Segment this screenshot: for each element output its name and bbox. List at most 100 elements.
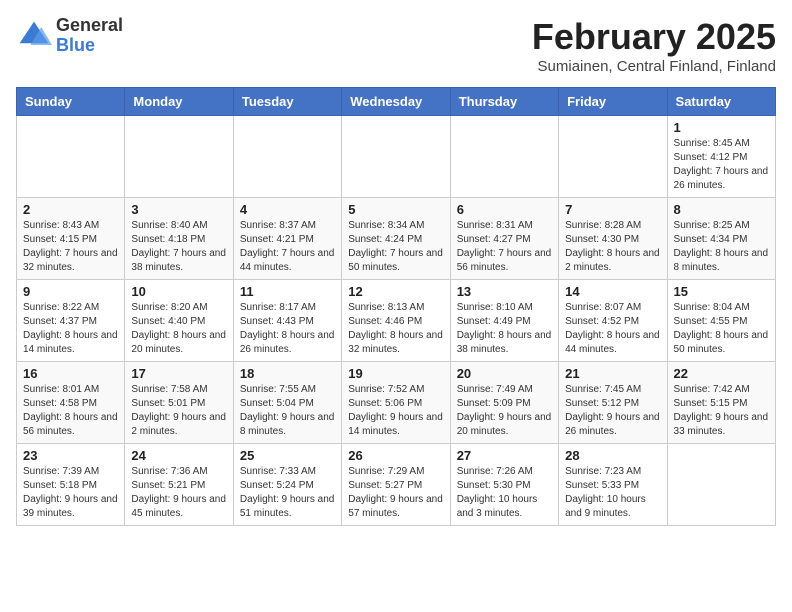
day-number: 1: [674, 120, 769, 135]
day-number: 23: [23, 448, 118, 463]
day-info: Sunrise: 7:39 AMSunset: 5:18 PMDaylight:…: [23, 465, 118, 521]
day-info: Sunrise: 7:26 AMSunset: 5:30 PMDaylight:…: [457, 465, 552, 521]
week-row-5: 23 Sunrise: 7:39 AMSunset: 5:18 PMDayligh…: [17, 444, 776, 526]
calendar-cell: 15 Sunrise: 8:04 AMSunset: 4:55 PMDayligh…: [667, 280, 775, 362]
calendar-cell: 7Sunrise: 8:28 AMSunset: 4:30 PMDaylight…: [559, 198, 667, 280]
day-info: Sunrise: 8:13 AMSunset: 4:46 PMDaylight:…: [348, 301, 443, 357]
day-number: 16: [23, 366, 118, 381]
day-number: 22: [674, 366, 769, 381]
day-number: 14: [565, 284, 660, 299]
calendar-cell: 8Sunrise: 8:25 AMSunset: 4:34 PMDaylight…: [667, 198, 775, 280]
day-info: Sunrise: 7:58 AMSunset: 5:01 PMDaylight:…: [131, 383, 226, 439]
day-number: 18: [240, 366, 335, 381]
logo-icon: [16, 18, 52, 54]
day-info: Sunrise: 8:43 AMSunset: 4:15 PMDaylight:…: [23, 219, 118, 275]
calendar-cell: 11 Sunrise: 8:17 AMSunset: 4:43 PMDayligh…: [233, 280, 341, 362]
calendar-cell: 18 Sunrise: 7:55 AMSunset: 5:04 PMDayligh…: [233, 362, 341, 444]
location-title: Sumiainen, Central Finland, Finland: [532, 58, 776, 75]
day-number: 2: [23, 202, 118, 217]
calendar-cell: 19 Sunrise: 7:52 AMSunset: 5:06 PMDayligh…: [342, 362, 450, 444]
day-number: 21: [565, 366, 660, 381]
calendar-cell: 23 Sunrise: 7:39 AMSunset: 5:18 PMDayligh…: [17, 444, 125, 526]
day-number: 11: [240, 284, 335, 299]
day-number: 19: [348, 366, 443, 381]
day-number: 28: [565, 448, 660, 463]
calendar-cell: 6 Sunrise: 8:31 AMSunset: 4:27 PMDaylight…: [450, 198, 558, 280]
weekday-header-sunday: Sunday: [17, 88, 125, 116]
week-row-2: 2 Sunrise: 8:43 AMSunset: 4:15 PMDaylight…: [17, 198, 776, 280]
week-row-3: 9 Sunrise: 8:22 AMSunset: 4:37 PMDaylight…: [17, 280, 776, 362]
weekday-header-row: SundayMondayTuesdayWednesdayThursdayFrid…: [17, 88, 776, 116]
day-info: Sunrise: 7:36 AMSunset: 5:21 PMDaylight:…: [131, 465, 226, 521]
weekday-header-tuesday: Tuesday: [233, 88, 341, 116]
day-number: 8: [674, 202, 769, 217]
day-number: 20: [457, 366, 552, 381]
day-info: Sunrise: 7:42 AMSunset: 5:15 PMDaylight:…: [674, 383, 769, 439]
calendar-cell: 3 Sunrise: 8:40 AMSunset: 4:18 PMDaylight…: [125, 198, 233, 280]
week-row-4: 16 Sunrise: 8:01 AMSunset: 4:58 PMDayligh…: [17, 362, 776, 444]
day-number: 3: [131, 202, 226, 217]
day-number: 25: [240, 448, 335, 463]
calendar-cell: 4 Sunrise: 8:37 AMSunset: 4:21 PMDaylight…: [233, 198, 341, 280]
title-area: February 2025 Sumiainen, Central Finland…: [532, 16, 776, 75]
day-info: Sunrise: 8:40 AMSunset: 4:18 PMDaylight:…: [131, 219, 226, 275]
calendar-cell: 13 Sunrise: 8:10 AMSunset: 4:49 PMDayligh…: [450, 280, 558, 362]
calendar-cell: 2 Sunrise: 8:43 AMSunset: 4:15 PMDaylight…: [17, 198, 125, 280]
day-number: 9: [23, 284, 118, 299]
calendar-cell: 24 Sunrise: 7:36 AMSunset: 5:21 PMDayligh…: [125, 444, 233, 526]
day-number: 13: [457, 284, 552, 299]
day-info: Sunrise: 8:31 AMSunset: 4:27 PMDaylight:…: [457, 219, 552, 275]
logo-blue-text: Blue: [56, 36, 123, 56]
calendar-cell: 5 Sunrise: 8:34 AMSunset: 4:24 PMDaylight…: [342, 198, 450, 280]
calendar-cell: 25Sunrise: 7:33 AMSunset: 5:24 PMDayligh…: [233, 444, 341, 526]
calendar-cell: 28 Sunrise: 7:23 AMSunset: 5:33 PMDayligh…: [559, 444, 667, 526]
calendar-cell: 27 Sunrise: 7:26 AMSunset: 5:30 PMDayligh…: [450, 444, 558, 526]
day-number: 7: [565, 202, 660, 217]
calendar-cell: [17, 116, 125, 198]
day-info: Sunrise: 7:29 AMSunset: 5:27 PMDaylight:…: [348, 465, 443, 521]
day-info: Sunrise: 8:22 AMSunset: 4:37 PMDaylight:…: [23, 301, 118, 357]
day-info: Sunrise: 8:34 AMSunset: 4:24 PMDaylight:…: [348, 219, 443, 275]
weekday-header-thursday: Thursday: [450, 88, 558, 116]
day-number: 12: [348, 284, 443, 299]
day-number: 15: [674, 284, 769, 299]
day-number: 10: [131, 284, 226, 299]
day-info: Sunrise: 8:07 AMSunset: 4:52 PMDaylight:…: [565, 301, 660, 357]
day-info: Sunrise: 8:45 AMSunset: 4:12 PMDaylight:…: [674, 137, 769, 193]
calendar-cell: 22 Sunrise: 7:42 AMSunset: 5:15 PMDayligh…: [667, 362, 775, 444]
calendar-cell: [450, 116, 558, 198]
day-info: Sunrise: 8:37 AMSunset: 4:21 PMDaylight:…: [240, 219, 335, 275]
day-number: 5: [348, 202, 443, 217]
day-info: Sunrise: 7:23 AMSunset: 5:33 PMDaylight:…: [565, 465, 660, 521]
day-info: Sunrise: 8:10 AMSunset: 4:49 PMDaylight:…: [457, 301, 552, 357]
day-info: Sunrise: 8:20 AMSunset: 4:40 PMDaylight:…: [131, 301, 226, 357]
weekday-header-friday: Friday: [559, 88, 667, 116]
weekday-header-saturday: Saturday: [667, 88, 775, 116]
calendar-cell: 14 Sunrise: 8:07 AMSunset: 4:52 PMDayligh…: [559, 280, 667, 362]
calendar-cell: 20Sunrise: 7:49 AMSunset: 5:09 PMDayligh…: [450, 362, 558, 444]
calendar-cell: [125, 116, 233, 198]
page-header: General Blue February 2025 Sumiainen, Ce…: [16, 16, 776, 75]
day-info: Sunrise: 7:45 AMSunset: 5:12 PMDaylight:…: [565, 383, 660, 439]
calendar-table: SundayMondayTuesdayWednesdayThursdayFrid…: [16, 87, 776, 526]
week-row-1: 1 Sunrise: 8:45 AMSunset: 4:12 PMDaylight…: [17, 116, 776, 198]
calendar-cell: [667, 444, 775, 526]
day-number: 27: [457, 448, 552, 463]
day-number: 6: [457, 202, 552, 217]
day-info: Sunrise: 7:52 AMSunset: 5:06 PMDaylight:…: [348, 383, 443, 439]
calendar-cell: 1 Sunrise: 8:45 AMSunset: 4:12 PMDaylight…: [667, 116, 775, 198]
calendar-cell: 10 Sunrise: 8:20 AMSunset: 4:40 PMDayligh…: [125, 280, 233, 362]
day-number: 4: [240, 202, 335, 217]
day-info: Sunrise: 8:17 AMSunset: 4:43 PMDaylight:…: [240, 301, 335, 357]
day-number: 24: [131, 448, 226, 463]
calendar-cell: 12 Sunrise: 8:13 AMSunset: 4:46 PMDayligh…: [342, 280, 450, 362]
calendar-cell: 9 Sunrise: 8:22 AMSunset: 4:37 PMDaylight…: [17, 280, 125, 362]
calendar-cell: [559, 116, 667, 198]
weekday-header-monday: Monday: [125, 88, 233, 116]
logo-general-text: General: [56, 16, 123, 36]
day-info: Sunrise: 8:04 AMSunset: 4:55 PMDaylight:…: [674, 301, 769, 357]
day-info: Sunrise: 8:01 AMSunset: 4:58 PMDaylight:…: [23, 383, 118, 439]
calendar-cell: [342, 116, 450, 198]
day-info: Sunrise: 7:55 AMSunset: 5:04 PMDaylight:…: [240, 383, 335, 439]
day-number: 17: [131, 366, 226, 381]
